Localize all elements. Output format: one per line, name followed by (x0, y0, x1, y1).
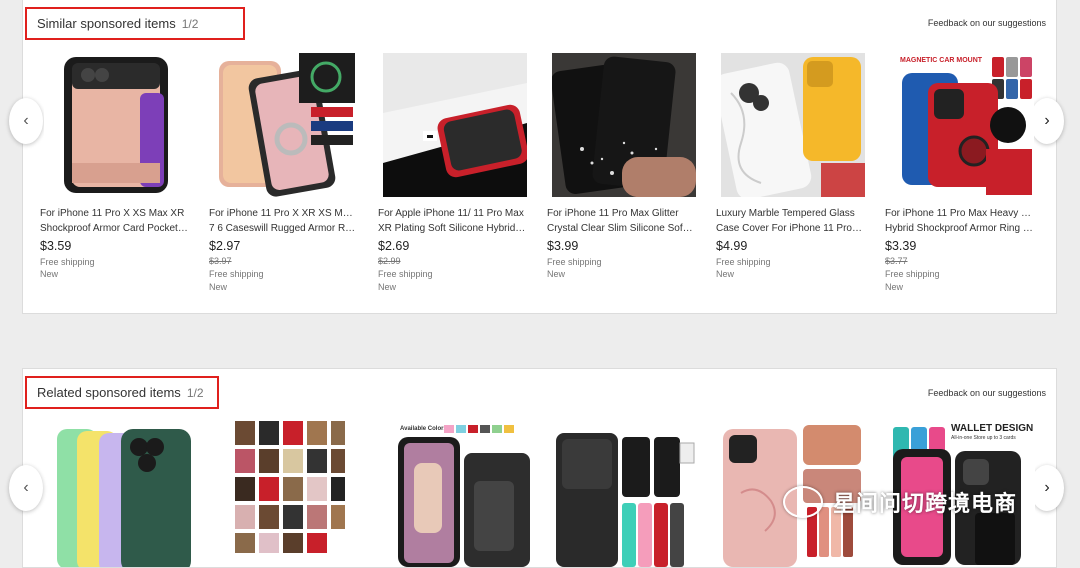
product-image[interactable] (552, 423, 696, 567)
carousel-next-button[interactable]: › (1030, 465, 1064, 511)
similar-sponsored-panel: Similar sponsored items 1/2 Feedback on … (9, 0, 1064, 314)
shipping-text: Free shipping (716, 257, 771, 267)
chevron-left-icon: ‹ (23, 112, 29, 129)
shipping-text: Free shipping (378, 269, 433, 279)
shipping-text: Free shipping (547, 257, 602, 267)
product-image[interactable]: MAGNETIC CAR MOUNT (890, 53, 1034, 197)
condition-text: New (885, 282, 904, 292)
condition-text: New (209, 282, 228, 292)
product-image[interactable] (44, 53, 188, 197)
feedback-link[interactable]: Feedback on our suggestions (928, 18, 1046, 28)
condition-text: New (378, 282, 397, 292)
related-sponsored-header: Related sponsored items 1/2 (25, 376, 219, 409)
product-price: $3.59 (40, 239, 72, 253)
condition-text: New (547, 269, 566, 279)
similar-sponsored-header: Similar sponsored items 1/2 (25, 7, 245, 40)
feedback-link[interactable]: Feedback on our suggestions (928, 388, 1046, 398)
original-price: $3.97 (209, 256, 232, 266)
chevron-right-icon: › (1044, 479, 1050, 496)
product-title[interactable]: For iPhone 11 Pro Max Heavy Duty Hybrid S… (885, 207, 1033, 236)
watermark-text: 星间问切跨境电商 (833, 491, 1018, 516)
product-image[interactable] (213, 53, 357, 197)
product-price: $2.69 (378, 239, 410, 253)
product-image[interactable] (721, 53, 865, 197)
section-title: Similar sponsored items (37, 16, 176, 31)
product-title[interactable]: Luxury Marble Tempered Glass Case Cover F… (716, 207, 864, 236)
product-image[interactable]: Available Colors: (394, 423, 538, 567)
original-price: $2.99 (378, 256, 401, 266)
shipping-text: Free shipping (885, 269, 940, 279)
product-image[interactable] (552, 53, 696, 197)
product-image[interactable] (383, 53, 527, 197)
original-price: $3.77 (885, 256, 908, 266)
product-image[interactable] (55, 423, 199, 567)
product-price: $3.39 (885, 239, 917, 253)
product-price: $2.97 (209, 239, 241, 253)
carousel-prev-button[interactable]: ‹ (9, 465, 43, 511)
related-sponsored-panel: Related sponsored items 1/2 Feedback on … (9, 368, 1064, 568)
product-title[interactable]: For iPhone 11 Pro Max Glitter Crystal Cle… (547, 207, 695, 236)
wechat-icon (783, 486, 823, 518)
carousel-prev-button[interactable]: ‹ (9, 98, 43, 144)
product-title[interactable]: For iPhone 11 Pro X XS Max XR Shockproof … (40, 207, 188, 236)
product-price: $4.99 (716, 239, 748, 253)
shipping-text: Free shipping (209, 269, 264, 279)
watermark: 星间问切跨境电商 (783, 486, 1017, 518)
section-title: Related sponsored items (37, 385, 181, 400)
chevron-right-icon: › (1044, 112, 1050, 129)
product-title[interactable]: For iPhone 11 Pro X XR XS Max 87 6 Cases… (209, 207, 357, 236)
condition-text: New (40, 269, 59, 279)
product-title[interactable]: For Apple iPhone 11/ 11 Pro Max XR Platin… (378, 207, 526, 236)
condition-text: New (716, 269, 735, 279)
page-indicator: 1/2 (186, 385, 204, 400)
product-price: $3.99 (547, 239, 579, 253)
shipping-text: Free shipping (40, 257, 95, 267)
chevron-left-icon: ‹ (23, 479, 29, 496)
carousel-next-button[interactable]: › (1030, 98, 1064, 144)
product-image[interactable] (235, 421, 379, 565)
page-indicator: 1/2 (181, 16, 199, 31)
